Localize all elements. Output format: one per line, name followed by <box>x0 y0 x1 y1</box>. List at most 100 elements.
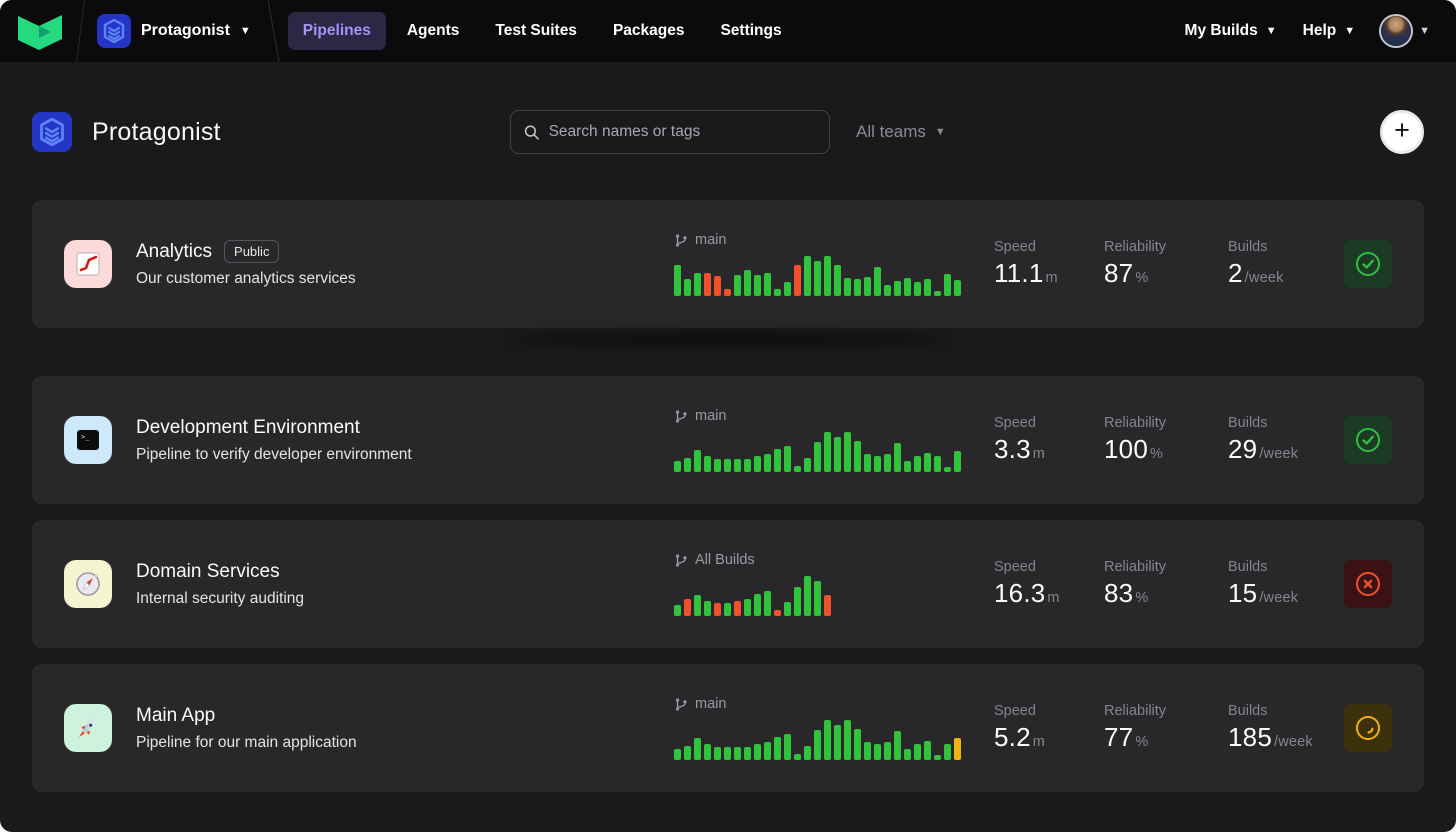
build-bar[interactable] <box>784 734 791 760</box>
build-bar[interactable] <box>704 601 711 616</box>
build-bar[interactable] <box>744 747 751 760</box>
build-bar[interactable] <box>854 441 861 472</box>
build-bar[interactable] <box>754 744 761 760</box>
org-switcher[interactable]: Protagonist ▼ <box>81 14 273 48</box>
build-bar[interactable] <box>714 276 721 296</box>
build-bar[interactable] <box>874 267 881 296</box>
build-bar[interactable] <box>864 454 871 472</box>
build-bar[interactable] <box>724 459 731 472</box>
build-bar[interactable] <box>794 587 801 616</box>
tab-settings[interactable]: Settings <box>705 12 796 50</box>
pipeline-name[interactable]: Development Environment <box>136 417 360 439</box>
build-bar[interactable] <box>724 747 731 760</box>
build-bar[interactable] <box>894 731 901 760</box>
build-bar[interactable] <box>884 285 891 296</box>
tab-pipelines[interactable]: Pipelines <box>288 12 386 50</box>
build-bar[interactable] <box>824 595 831 616</box>
build-bar[interactable] <box>694 738 701 760</box>
build-bar[interactable] <box>794 265 801 296</box>
build-bar[interactable] <box>734 601 741 616</box>
tab-agents[interactable]: Agents <box>392 12 475 50</box>
build-bar[interactable] <box>734 275 741 296</box>
build-bar[interactable] <box>804 458 811 472</box>
build-bar[interactable] <box>764 591 771 616</box>
build-bar[interactable] <box>704 456 711 472</box>
search-box[interactable] <box>510 110 830 154</box>
build-bar[interactable] <box>684 458 691 472</box>
build-bar[interactable] <box>924 741 931 760</box>
build-bar[interactable] <box>884 742 891 760</box>
build-bar[interactable] <box>714 603 721 616</box>
build-bar[interactable] <box>844 432 851 472</box>
build-bar[interactable] <box>764 273 771 296</box>
build-bar[interactable] <box>944 744 951 760</box>
build-bar[interactable] <box>684 599 691 616</box>
build-bar[interactable] <box>754 594 761 616</box>
build-bar[interactable] <box>854 729 861 760</box>
build-bar[interactable] <box>874 744 881 760</box>
build-bar[interactable] <box>694 450 701 472</box>
build-bar[interactable] <box>894 281 901 296</box>
build-bar[interactable] <box>934 456 941 472</box>
buildkite-logo[interactable] <box>0 0 80 62</box>
build-bar[interactable] <box>674 749 681 760</box>
build-bar[interactable] <box>794 466 801 472</box>
build-bar[interactable] <box>724 603 731 616</box>
build-bar[interactable] <box>844 720 851 760</box>
build-bar[interactable] <box>824 256 831 296</box>
tab-packages[interactable]: Packages <box>598 12 700 50</box>
my-builds-dropdown[interactable]: My Builds ▼ <box>1185 22 1277 40</box>
build-bar[interactable] <box>914 282 921 296</box>
build-bar[interactable] <box>684 746 691 760</box>
user-avatar[interactable] <box>1381 16 1411 46</box>
pipeline-name[interactable]: Analytics <box>136 241 212 263</box>
build-bar[interactable] <box>754 275 761 296</box>
build-bar[interactable] <box>814 581 821 616</box>
build-bar[interactable] <box>734 459 741 472</box>
pipeline-name[interactable]: Domain Services <box>136 561 280 583</box>
build-bar[interactable] <box>784 446 791 472</box>
build-bar[interactable] <box>814 442 821 472</box>
build-bar[interactable] <box>804 256 811 296</box>
build-bar[interactable] <box>704 273 711 296</box>
build-bar[interactable] <box>804 746 811 760</box>
help-dropdown[interactable]: Help ▼ <box>1303 22 1355 40</box>
build-bar[interactable] <box>774 449 781 472</box>
build-bar[interactable] <box>734 747 741 760</box>
build-bar[interactable] <box>894 443 901 472</box>
user-menu[interactable]: ▼ <box>1381 16 1430 46</box>
build-bar[interactable] <box>784 282 791 296</box>
build-bar[interactable] <box>774 610 781 616</box>
build-bar[interactable] <box>774 737 781 760</box>
build-bar[interactable] <box>864 742 871 760</box>
branch-filter[interactable]: All Builds <box>674 552 755 568</box>
build-bar[interactable] <box>724 289 731 296</box>
build-bar[interactable] <box>824 720 831 760</box>
build-bar[interactable] <box>924 453 931 472</box>
build-bar[interactable] <box>884 454 891 472</box>
teams-filter-dropdown[interactable]: All teams ▼ <box>856 122 946 142</box>
build-bar[interactable] <box>954 280 961 296</box>
pipeline-name[interactable]: Main App <box>136 705 215 727</box>
build-bar[interactable] <box>844 278 851 296</box>
pipeline-card-domain-services[interactable]: Domain Services Internal security auditi… <box>32 520 1424 648</box>
build-bar[interactable] <box>714 747 721 760</box>
build-bar[interactable] <box>934 291 941 296</box>
build-bar[interactable] <box>674 461 681 472</box>
build-bar[interactable] <box>814 730 821 760</box>
build-bar[interactable] <box>904 278 911 296</box>
build-bar[interactable] <box>694 595 701 616</box>
build-bar[interactable] <box>754 456 761 472</box>
build-bar[interactable] <box>874 456 881 472</box>
new-pipeline-button[interactable]: + <box>1380 110 1424 154</box>
build-bar[interactable] <box>864 277 871 296</box>
build-bar[interactable] <box>744 459 751 472</box>
tab-test-suites[interactable]: Test Suites <box>480 12 592 50</box>
build-bar[interactable] <box>694 273 701 296</box>
build-bar[interactable] <box>764 454 771 472</box>
build-bar[interactable] <box>814 261 821 296</box>
build-bar[interactable] <box>834 265 841 296</box>
build-bar[interactable] <box>714 459 721 472</box>
build-bar[interactable] <box>944 467 951 472</box>
build-bar[interactable] <box>764 742 771 760</box>
